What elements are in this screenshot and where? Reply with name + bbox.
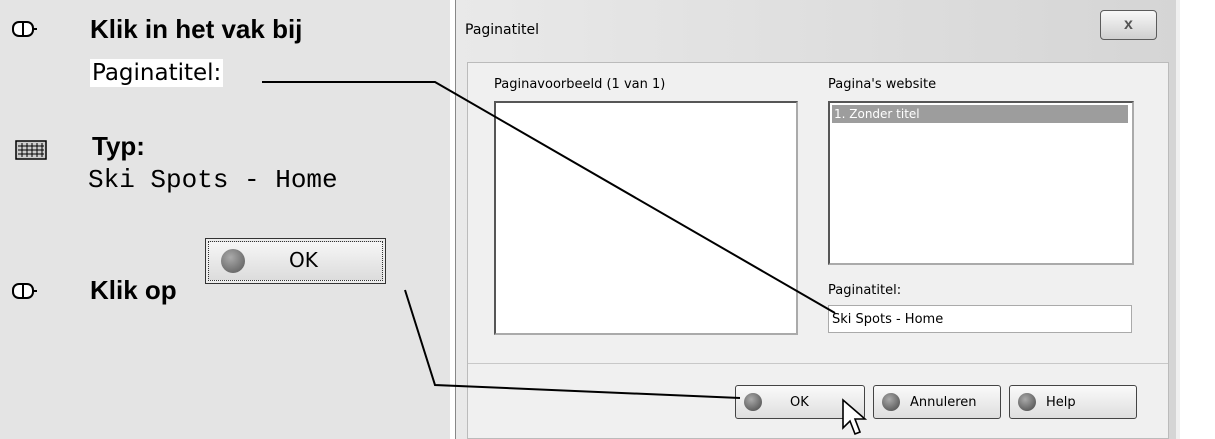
checkmark-icon <box>744 393 762 411</box>
divider <box>468 363 1168 364</box>
help-label: Help <box>1046 394 1076 410</box>
checkmark-icon <box>221 249 245 273</box>
page-title-label: Paginatitel: <box>828 283 902 298</box>
preview-label: Paginavoorbeeld (1 van 1) <box>494 77 666 92</box>
step3-title: Klik op <box>90 275 177 305</box>
cancel-icon <box>882 393 900 411</box>
cancel-button[interactable]: Annuleren <box>873 385 1001 419</box>
ok-button-image: OK <box>205 238 386 284</box>
step1-field-hint: Paginatitel: <box>90 59 224 87</box>
help-icon <box>1018 393 1036 411</box>
cursor-icon <box>842 398 868 436</box>
ok-label: OK <box>790 394 809 410</box>
step2-title: Typ: <box>92 131 145 161</box>
paginatitel-dialog: Paginatitel x Paginavoorbeeld (1 van 1) … <box>455 0 1180 439</box>
help-button[interactable]: Help <box>1009 385 1137 419</box>
dialog-title: Paginatitel <box>465 22 539 38</box>
step2-type-text: Ski Spots - Home <box>88 165 338 195</box>
close-button[interactable]: x <box>1100 10 1157 40</box>
pages-label: Pagina's website <box>828 77 937 92</box>
step1-title: Klik in het vak bij <box>90 14 303 44</box>
dialog-client-area: Paginavoorbeeld (1 van 1) Pagina's websi… <box>467 62 1169 439</box>
page-margin <box>1180 0 1215 439</box>
ok-image-label: OK <box>289 248 318 272</box>
list-item[interactable]: 1. Zonder titel <box>832 105 1128 123</box>
close-icon: x <box>1124 16 1133 33</box>
pages-list[interactable]: 1. Zonder titel <box>828 101 1134 265</box>
page-preview <box>494 101 798 335</box>
mouse-icon <box>12 283 37 299</box>
keyboard-icon <box>15 140 47 160</box>
mouse-icon <box>12 21 37 37</box>
cancel-label: Annuleren <box>910 394 977 410</box>
instruction-panel: Klik in het vak bij Paginatitel: Typ: Sk… <box>0 0 450 439</box>
page-title-input[interactable]: Ski Spots - Home <box>828 305 1132 333</box>
